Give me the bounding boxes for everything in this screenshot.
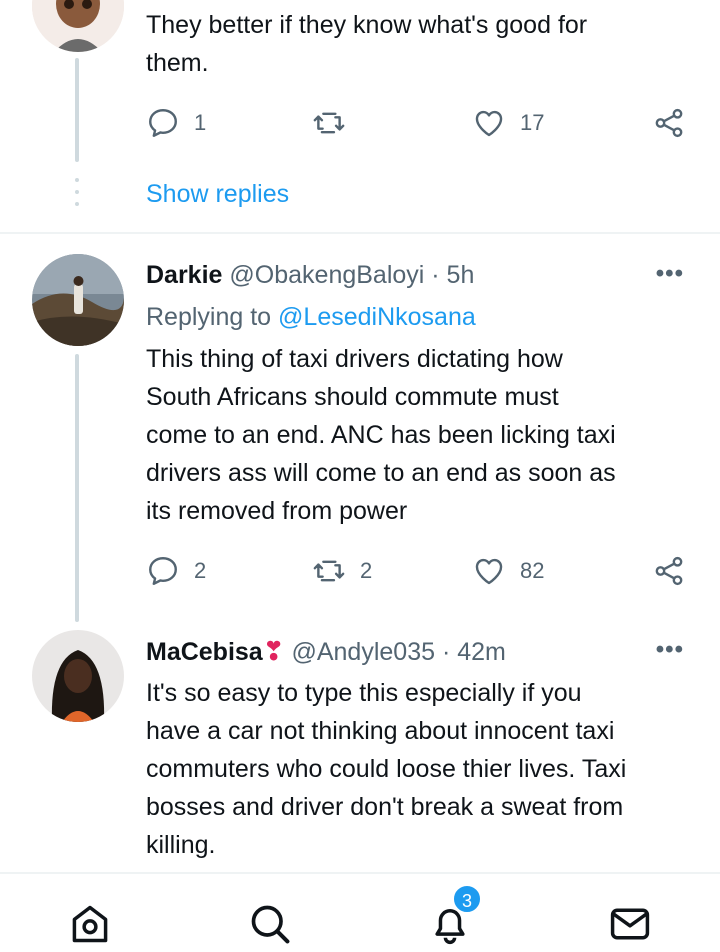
share-button[interactable] [652,554,686,588]
reply-count: 1 [194,110,207,135]
tweet-text: It's so easy to type this especially if … [146,679,627,859]
home-icon[interactable] [68,902,112,946]
reply-icon [149,557,177,585]
retweet-count: 2 [360,558,373,583]
share-icon [655,556,683,586]
share-icon [655,108,683,138]
retweet-icon [313,560,345,582]
notifications-badge: 3 [452,884,482,914]
reply-button[interactable]: 1 [146,106,206,140]
more-icon[interactable]: ••• [656,636,684,664]
like-button[interactable]: 17 [472,106,544,140]
handle-time[interactable]: @Andyle035 · 42m [291,638,505,666]
reply-icon [149,109,177,137]
tweet-header: Darkie @ObakengBaloyi · 5h [146,258,474,292]
mention-link[interactable]: @LesediNkosana [278,303,476,331]
thread-line [75,58,79,162]
mail-icon[interactable] [608,902,652,946]
tweet-text: They better if they know what's good for… [146,11,588,77]
tweet-text: This thing of taxi drivers dictating how… [146,345,616,525]
avatar[interactable] [32,254,124,346]
divider [0,232,720,234]
display-name[interactable]: MaCebisa [146,638,263,666]
like-count: 17 [520,110,545,135]
tweet-header: MaCebisa❣ @Andyle035 · 42m [146,634,506,669]
like-count: 82 [520,558,545,583]
replying-to: Replying to @LesediNkosana [146,303,476,331]
like-button[interactable]: 82 [472,554,544,588]
display-name[interactable]: Darkie [146,261,222,289]
search-icon[interactable] [248,902,292,946]
more-icon[interactable]: ••• [656,260,684,288]
retweet-icon [313,112,345,134]
retweet-button[interactable] [312,106,346,140]
show-replies-link[interactable]: Show replies [146,180,289,209]
share-button[interactable] [652,106,686,140]
like-icon [475,110,503,137]
thread-line [75,354,79,622]
reply-count: 2 [194,558,207,583]
handle-time[interactable]: @ObakengBaloyi · 5h [229,261,474,289]
heart-emoji: ❣ [262,636,285,666]
reply-button[interactable]: 2 [146,554,206,588]
avatar[interactable] [32,0,124,52]
bottom-nav [0,872,720,952]
like-icon [475,558,503,585]
retweet-button[interactable]: 2 [312,554,372,588]
thread-dots [75,178,79,214]
avatar[interactable] [32,630,124,722]
